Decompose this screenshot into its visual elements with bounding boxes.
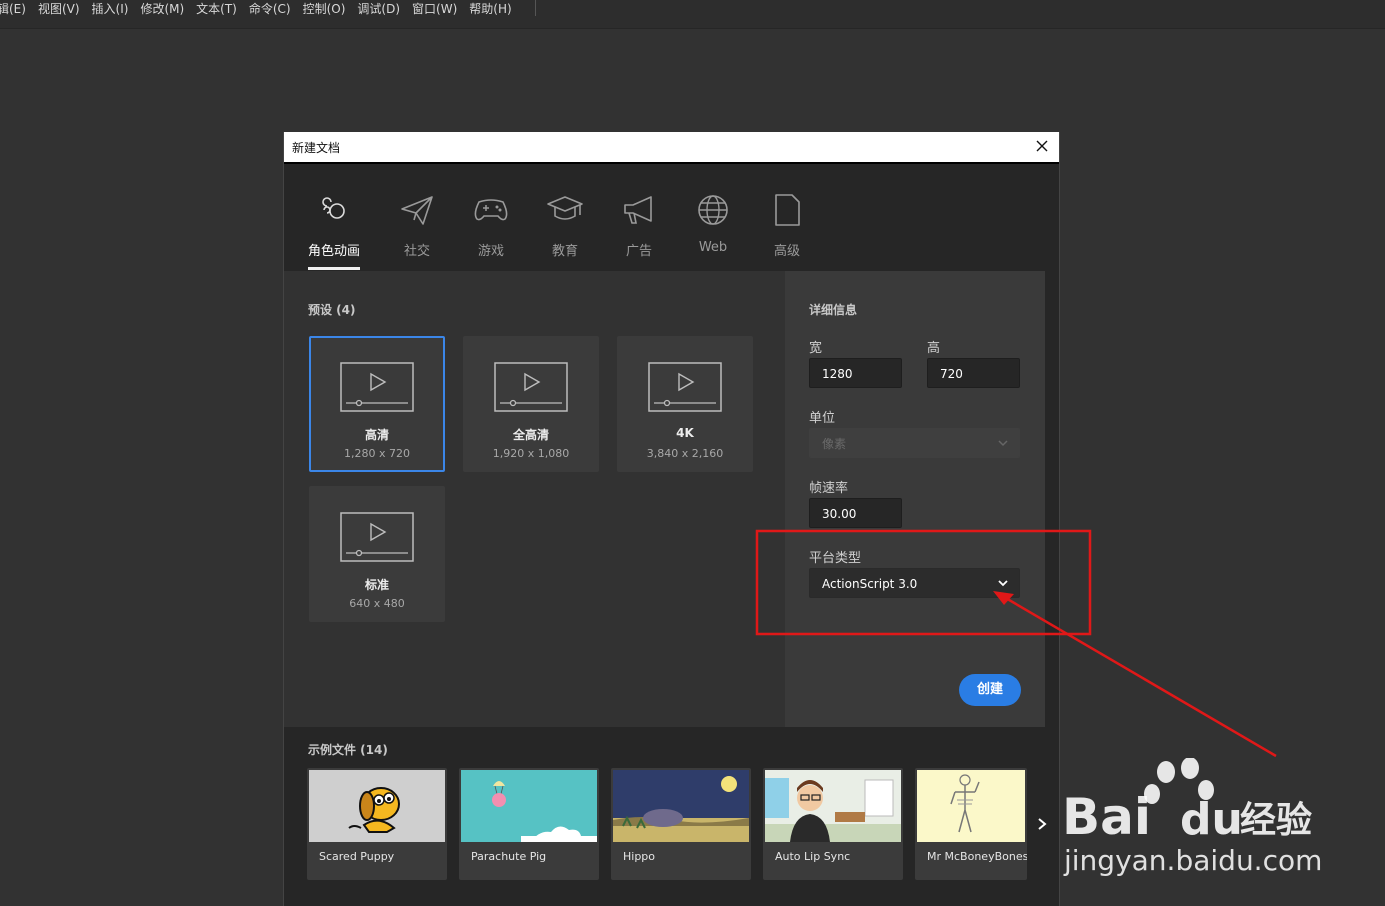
chevron-down-icon <box>998 580 1008 587</box>
tab-label: 教育 <box>551 244 578 259</box>
tab-label: 角色动画 <box>307 244 360 259</box>
tab-education[interactable]: 教育 <box>535 192 595 259</box>
tab-games[interactable]: 游戏 <box>461 192 521 259</box>
fps-input[interactable]: 30.00 <box>809 498 902 528</box>
auto-lip-sync-thumbnail <box>765 770 901 842</box>
menu-control[interactable]: 控制(O) <box>303 1 346 17</box>
preset-hd[interactable]: 高清 1,280 x 720 <box>309 336 445 472</box>
width-label: 宽 <box>809 341 823 356</box>
tab-label: 社交 <box>403 244 430 259</box>
height-input[interactable]: 720 <box>927 358 1020 388</box>
platform-select[interactable]: ActionScript 3.0 <box>809 568 1020 598</box>
gamepad-icon <box>474 199 508 221</box>
create-button[interactable]: 创建 <box>959 674 1021 706</box>
preset-standard[interactable]: 标准 640 x 480 <box>309 486 445 622</box>
tab-label: Web <box>698 240 728 255</box>
new-document-dialog: 新建文档 角色动画 社交 游戏 教育 广告 Web 高级 预设 (4) 高清 1… <box>283 132 1060 906</box>
unit-label: 单位 <box>809 411 836 426</box>
tab-label: 游戏 <box>477 244 504 259</box>
details-panel: 详细信息 宽 1280 高 720 单位 像素 帧速率 30.00 平台类型 A… <box>785 271 1045 727</box>
sample-scared-puppy[interactable]: Scared Puppy <box>307 768 447 880</box>
menu-commands[interactable]: 命令(C) <box>249 1 291 17</box>
sample-auto-lip-sync[interactable]: Auto Lip Sync <box>763 768 903 880</box>
presets-panel: 预设 (4) 高清 1,280 x 720 全高清 1,920 x 1,080 <box>284 271 785 727</box>
video-screen-icon <box>648 362 722 412</box>
height-label: 高 <box>927 341 941 356</box>
presets-label: 预设 (4) <box>308 303 356 317</box>
preset-size: 640 x 480 <box>349 597 405 610</box>
menu-debug[interactable]: 调试(D) <box>357 1 400 17</box>
chevron-right-icon[interactable] <box>1036 816 1048 832</box>
preset-name: 全高清 <box>512 428 549 442</box>
preset-name: 高清 <box>364 428 389 442</box>
sample-name: Auto Lip Sync <box>775 850 851 863</box>
sample-parachute-pig[interactable]: Parachute Pig <box>459 768 599 880</box>
character-animation-icon <box>322 197 345 219</box>
fps-label: 帧速率 <box>809 481 849 496</box>
preset-full-hd[interactable]: 全高清 1,920 x 1,080 <box>463 336 599 472</box>
paper-plane-icon <box>401 196 433 225</box>
sample-name: Parachute Pig <box>471 850 547 863</box>
tab-web[interactable]: Web <box>683 192 743 255</box>
unit-value: 像素 <box>822 437 847 451</box>
megaphone-icon <box>624 196 652 224</box>
unit-select: 像素 <box>809 428 1020 458</box>
active-tab-indicator <box>308 267 360 270</box>
details-label: 详细信息 <box>809 303 858 317</box>
sample-hippo[interactable]: Hippo <box>611 768 751 880</box>
tab-character-animation[interactable]: 角色动画 <box>304 192 364 259</box>
video-screen-icon <box>494 362 568 412</box>
sample-name: Hippo <box>623 850 656 863</box>
document-icon <box>775 194 800 226</box>
preset-size: 1,920 x 1,080 <box>492 447 570 460</box>
parachute-pig-thumbnail <box>461 770 597 842</box>
tab-advanced[interactable]: 高级 <box>757 192 817 259</box>
menu-edit[interactable]: 辑(E) <box>0 1 26 17</box>
sample-mr-mcboneybones[interactable]: Mr McBoneyBones <box>915 768 1027 880</box>
width-input[interactable]: 1280 <box>809 358 902 388</box>
preset-name: 标准 <box>364 578 389 592</box>
tab-label: 高级 <box>773 244 800 259</box>
watermark-url: jingyan.baidu.com <box>1064 844 1323 877</box>
tab-social[interactable]: 社交 <box>387 192 447 259</box>
sample-name: Mr McBoneyBones <box>927 850 1027 863</box>
watermark-brand2: du <box>1180 794 1243 845</box>
platform-value: ActionScript 3.0 <box>822 577 918 591</box>
menu-view[interactable]: 视图(V) <box>38 1 80 17</box>
close-icon[interactable] <box>1033 137 1051 155</box>
menu-items: 辑(E) 视图(V) 插入(I) 修改(M) 文本(T) 命令(C) 控制(O)… <box>0 0 524 18</box>
menu-help[interactable]: 帮助(H) <box>469 1 511 17</box>
tab-advertising[interactable]: 广告 <box>609 192 669 259</box>
preset-size: 1,280 x 720 <box>344 447 410 460</box>
video-screen-icon <box>340 362 414 412</box>
dialog-title: 新建文档 <box>292 141 341 155</box>
samples-label: 示例文件 (14) <box>308 743 388 757</box>
menu-bar: 辑(E) 视图(V) 插入(I) 修改(M) 文本(T) 命令(C) 控制(O)… <box>0 0 1385 29</box>
watermark-brand: Bai <box>1062 788 1151 846</box>
tab-label: 广告 <box>625 244 652 259</box>
menu-separator <box>535 0 536 16</box>
menu-insert[interactable]: 插入(I) <box>92 1 129 17</box>
video-screen-icon <box>340 512 414 562</box>
watermark-cn: 经验 <box>1240 800 1312 841</box>
menu-text[interactable]: 文本(T) <box>196 1 237 17</box>
sample-name: Scared Puppy <box>319 850 395 863</box>
preset-name: 4K <box>676 426 694 440</box>
graduation-cap-icon <box>547 196 583 220</box>
hippo-thumbnail <box>613 770 749 842</box>
globe-icon <box>698 195 728 225</box>
preset-size: 3,840 x 2,160 <box>646 447 724 460</box>
preset-4k[interactable]: 4K 3,840 x 2,160 <box>617 336 753 472</box>
menu-modify[interactable]: 修改(M) <box>140 1 184 17</box>
platform-label: 平台类型 <box>809 551 862 566</box>
mr-mcboneybones-thumbnail <box>917 770 1025 842</box>
menu-window[interactable]: 窗口(W) <box>412 1 457 17</box>
dialog-titlebar: 新建文档 <box>284 132 1059 164</box>
chevron-down-icon <box>998 440 1008 447</box>
scared-puppy-thumbnail <box>309 770 445 842</box>
